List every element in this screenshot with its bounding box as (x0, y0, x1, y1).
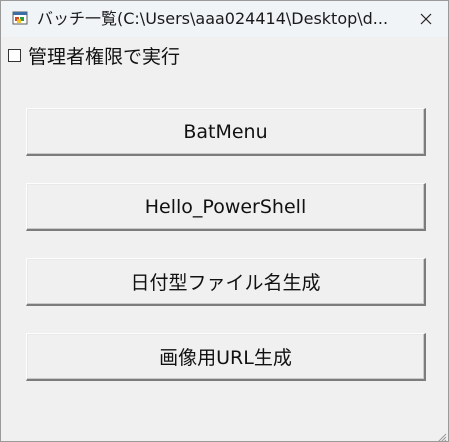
run-as-admin-label: 管理者権限で実行 (28, 45, 181, 68)
hello-powershell-button[interactable]: Hello_PowerShell (26, 183, 426, 231)
window-title: バッチ一覧(C:\Users\aaa024414\Desktop\d... (37, 9, 389, 28)
date-filename-button[interactable]: 日付型ファイル名生成 (26, 258, 426, 306)
app-window-icon (12, 10, 28, 26)
resize-grip[interactable] (435, 428, 447, 442)
batmenu-button[interactable]: BatMenu (26, 108, 426, 156)
close-icon (420, 13, 432, 25)
app-window: バッチ一覧(C:\Users\aaa024414\Desktop\d... 管理… (0, 0, 449, 442)
close-button[interactable] (404, 1, 448, 37)
title-bar[interactable]: バッチ一覧(C:\Users\aaa024414\Desktop\d... (1, 1, 448, 37)
run-as-admin-option[interactable]: 管理者権限で実行 (8, 42, 180, 68)
run-as-admin-checkbox[interactable] (8, 48, 21, 62)
image-url-button[interactable]: 画像用URL生成 (26, 333, 426, 381)
